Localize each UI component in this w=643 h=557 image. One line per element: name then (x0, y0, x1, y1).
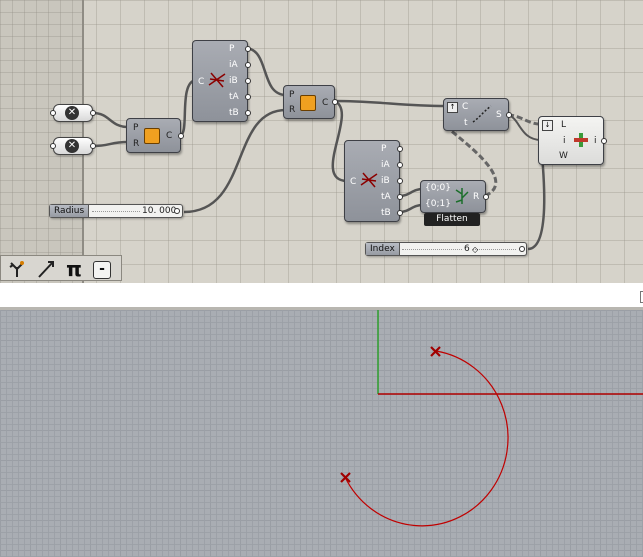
arrow-pen-icon[interactable] (35, 259, 57, 279)
wire (92, 140, 129, 148)
input-label: W (559, 151, 568, 161)
output-label: iB (381, 176, 390, 186)
input-port[interactable] (50, 110, 56, 116)
slider-track[interactable] (402, 249, 516, 251)
output-label: tB (381, 208, 391, 218)
output-label: tA (229, 92, 239, 102)
output-port[interactable] (90, 110, 96, 116)
x-point-icon: ✕ (65, 106, 79, 120)
slider-label: Radius (50, 205, 90, 217)
input-label: P (133, 123, 139, 133)
intersection-icon (360, 172, 378, 188)
circle-component[interactable]: P R C (126, 118, 184, 153)
output-port[interactable] (397, 210, 403, 216)
output-label: P (229, 44, 235, 54)
tree-icon[interactable] (6, 259, 28, 279)
output-port[interactable] (601, 138, 607, 144)
input-label: t (464, 118, 468, 128)
point-param-1[interactable]: ✕ (50, 104, 96, 122)
output-port[interactable] (90, 143, 96, 149)
x-marker-icon (340, 472, 351, 483)
tree-wire (507, 113, 542, 126)
flatten-component[interactable]: {0;0} {0;1} R (420, 180, 489, 213)
wire (92, 111, 129, 129)
output-label: S (496, 110, 502, 120)
flatten-tag: Flatten (424, 213, 480, 226)
output-port[interactable] (245, 94, 251, 100)
index-slider[interactable]: Index 6 ◇ (365, 242, 527, 256)
output-label: i (594, 136, 597, 146)
output-port[interactable] (397, 194, 403, 200)
wire (245, 46, 287, 97)
input-label: C (462, 102, 469, 112)
output-label: C (166, 131, 173, 141)
input-label: R (133, 139, 140, 149)
output-port[interactable] (245, 62, 251, 68)
intersection-icon (208, 72, 226, 88)
curve-points-icon (472, 105, 492, 123)
curve-curve-component[interactable]: C P iA iB tA tB (192, 40, 251, 122)
wire (507, 114, 542, 141)
circle-icon (300, 95, 316, 111)
rhino-viewport[interactable] (0, 310, 643, 557)
output-label: P (381, 144, 387, 154)
circle-icon (144, 128, 160, 144)
slider-value: 6 (462, 243, 472, 255)
input-label: P (289, 90, 295, 100)
input-label: i (563, 136, 566, 146)
output-port[interactable] (506, 112, 512, 118)
slider-handle[interactable]: ◇ (472, 245, 478, 254)
minus-box-icon[interactable]: - (93, 261, 111, 279)
output-label: iB (229, 76, 238, 86)
flatten-flag-icon: ↓ (542, 120, 553, 131)
input-label: {0;1} (425, 199, 451, 209)
output-label: R (473, 192, 480, 202)
grasshopper-canvas[interactable]: ✕ ✕ P R C C P iA iB tA tB P R C C P iA i… (0, 0, 643, 283)
wire (333, 99, 447, 108)
output-port[interactable] (519, 246, 525, 252)
flatten-tree-icon (455, 188, 469, 204)
input-label: L (561, 120, 567, 130)
panel-divider[interactable] (0, 283, 643, 310)
output-port[interactable] (245, 78, 251, 84)
output-port[interactable] (397, 178, 403, 184)
slider-label: Index (366, 243, 400, 255)
list-item-component[interactable]: ↓ L i W i (538, 116, 607, 165)
output-port[interactable] (332, 99, 338, 105)
list-item-icon (574, 133, 588, 147)
output-port[interactable] (397, 146, 403, 152)
output-port[interactable] (174, 208, 180, 214)
slider-value: 10. 000 (140, 205, 179, 217)
output-label: iA (381, 160, 390, 170)
input-port[interactable] (50, 143, 56, 149)
output-port[interactable] (178, 133, 184, 139)
input-label: {0;0} (425, 183, 451, 193)
output-label: tB (229, 108, 239, 118)
graft-flag-icon: ↑ (447, 102, 458, 113)
output-label: tA (381, 192, 391, 202)
input-label: R (289, 105, 296, 115)
viewport-geometry (340, 310, 643, 527)
circle-component-2[interactable]: P R C (283, 85, 338, 119)
point-param-2[interactable]: ✕ (50, 137, 96, 155)
output-port[interactable] (397, 162, 403, 168)
output-label: C (322, 98, 329, 108)
circle-arc (344, 350, 509, 527)
wire (183, 108, 287, 214)
output-port[interactable] (245, 110, 251, 116)
input-label: C (350, 177, 357, 187)
radius-slider[interactable]: Radius 10. 000 (49, 204, 183, 218)
output-port[interactable] (483, 194, 489, 200)
pi-icon[interactable]: π (63, 259, 85, 279)
output-port[interactable] (245, 46, 251, 52)
evaluate-curve-component[interactable]: ↑ C t S (443, 98, 512, 131)
x-point-icon: ✕ (65, 139, 79, 153)
input-label: C (198, 77, 205, 87)
canvas-toolbar: π - (0, 255, 122, 281)
output-label: iA (229, 60, 238, 70)
curve-curve-component-2[interactable]: C P iA iB tA tB (344, 140, 403, 222)
